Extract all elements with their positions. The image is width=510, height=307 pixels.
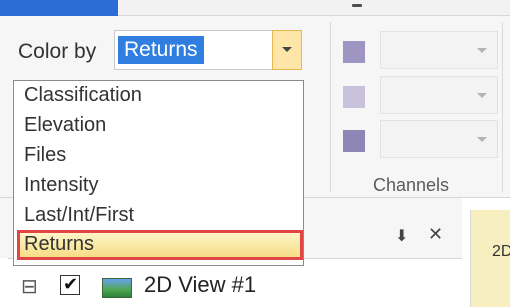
color-by-label: Color by [18,40,97,63]
chevron-down-icon [282,47,292,52]
channels-group-label: Channels [373,175,450,195]
dropdown-option-classification[interactable]: Classification [24,84,142,107]
ribbon-group-separator [502,22,503,192]
channel-3-color-swatch[interactable] [343,130,365,152]
ribbon-group-separator [330,22,331,192]
chevron-down-icon [477,93,487,98]
color-by-dropdown-button[interactable] [272,30,302,70]
channel-1-combobox[interactable] [380,31,498,69]
tree-expander-icon[interactable]: ⊟ [21,274,38,299]
chevron-down-icon [477,137,487,142]
dropdown-option-intensity[interactable]: Intensity [24,174,98,197]
close-icon[interactable]: ✕ [428,224,443,245]
2d-view-icon [102,278,132,298]
pin-icon[interactable]: ⬇ [395,226,408,246]
title-strip [118,0,510,16]
document-tab[interactable]: 2D [470,210,510,307]
channel-3-combobox[interactable] [380,120,498,158]
color-by-selected-value[interactable]: Returns [118,36,204,64]
dropdown-option-files[interactable]: Files [24,144,66,167]
dropdown-option-returns[interactable]: Returns [24,233,94,256]
title-strip-marker [352,4,362,7]
chevron-down-icon [477,48,487,53]
channel-2-combobox[interactable] [380,76,498,114]
tree-item-label[interactable]: 2D View #1 [144,272,256,298]
document-tab-label: 2D [492,243,510,260]
channel-2-color-swatch[interactable] [343,86,365,108]
title-strip-accent [0,0,118,16]
dropdown-option-elevation[interactable]: Elevation [24,114,106,137]
checkmark-icon: ✔ [63,274,79,294]
dropdown-option-last-int-first[interactable]: Last/Int/First [24,204,134,227]
tree-checkbox[interactable]: ✔ [60,274,80,295]
channel-1-color-swatch[interactable] [343,41,365,63]
